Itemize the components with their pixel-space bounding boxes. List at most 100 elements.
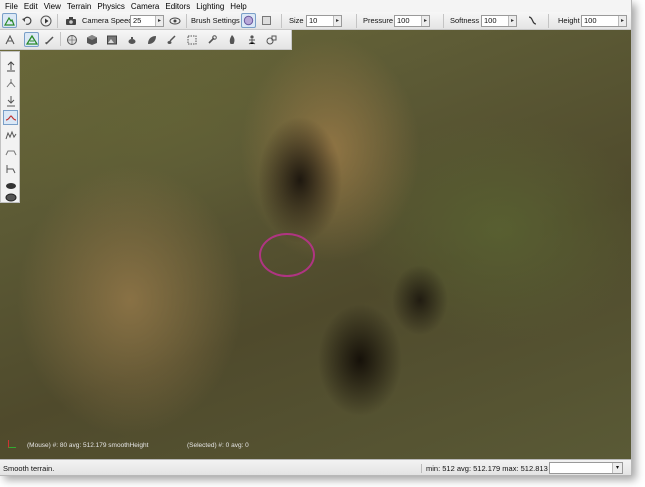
wrench-icon	[207, 34, 217, 44]
camera-speed-label: Camera Speed	[82, 16, 133, 25]
status-bar: Smooth terrain. min: 512 avg: 512.179 ma…	[0, 459, 631, 475]
chevron-right-icon[interactable]: ▸	[618, 16, 626, 26]
image-icon	[106, 35, 117, 44]
smooth-tool[interactable]	[3, 110, 18, 125]
terrain-editor-button[interactable]	[2, 13, 17, 28]
selection-icon	[187, 35, 196, 44]
flatten-icon	[5, 150, 16, 155]
brush-settings-label: Brush Settings	[191, 16, 240, 25]
terrain-tool-button[interactable]	[2, 32, 17, 47]
brush-circle-button[interactable]	[241, 13, 256, 28]
camera-button[interactable]	[63, 13, 78, 28]
lower-up-tool[interactable]	[3, 76, 18, 91]
play-icon	[40, 15, 51, 26]
lower-tool[interactable]	[3, 93, 18, 108]
camera-speed-field[interactable]: 25 ▸	[130, 15, 164, 27]
status-message: Smooth terrain.	[3, 464, 55, 473]
fill-tool[interactable]	[3, 192, 18, 202]
effects-button[interactable]	[224, 32, 239, 47]
peaks-icon	[5, 130, 16, 139]
teapot-icon	[128, 36, 135, 44]
flatten-tool[interactable]	[3, 144, 18, 159]
set-height-icon	[6, 164, 15, 173]
menubar: File Edit View Terrain Physics Camera Ed…	[0, 0, 631, 12]
brush-tool-button[interactable]	[164, 32, 179, 47]
status-dropdown[interactable]: ▾	[549, 462, 623, 474]
pencil-icon	[44, 35, 54, 45]
axis-gizmo	[8, 440, 16, 448]
menu-camera[interactable]: Camera	[129, 2, 163, 11]
texture-button[interactable]	[104, 32, 119, 47]
chevron-right-icon[interactable]: ▸	[333, 16, 341, 26]
mountain-icon	[25, 34, 38, 45]
terrain-viewport[interactable]: (Mouse) #: 80 avg: 512.179 smoothHeight …	[0, 30, 631, 460]
play-button[interactable]	[38, 13, 53, 28]
cube-icon	[86, 34, 97, 45]
figure-icon	[248, 34, 255, 44]
mesh-button[interactable]	[124, 32, 139, 47]
shapes-icon	[266, 35, 276, 44]
paint-button[interactable]	[42, 32, 57, 47]
brush-square-button[interactable]	[259, 13, 274, 28]
flame-icon	[229, 34, 234, 44]
tools-button[interactable]	[204, 32, 219, 47]
height-field[interactable]: 100 ▸	[581, 15, 627, 27]
size-label: Size	[289, 16, 304, 25]
chevron-right-icon[interactable]: ▸	[508, 16, 516, 26]
eye-icon	[169, 17, 180, 24]
menu-terrain[interactable]: Terrain	[65, 2, 95, 11]
arrow-up-icon	[6, 78, 15, 87]
view-eye-button[interactable]	[167, 13, 182, 28]
object-button[interactable]	[84, 32, 99, 47]
camera-icon	[65, 16, 76, 25]
pressure-field[interactable]: 100 ▸	[394, 15, 430, 27]
terrain-icon	[4, 16, 15, 26]
menu-editors[interactable]: Editors	[163, 2, 194, 11]
terrain-tools-strip	[0, 51, 20, 203]
circle-brush-icon	[243, 15, 254, 26]
leaf-icon	[147, 35, 156, 44]
smooth-icon	[5, 114, 16, 121]
selected-readout: (Selected) #: 0 avg: 0	[187, 442, 249, 449]
menu-view[interactable]: View	[42, 2, 65, 11]
mouse-readout: (Mouse) #: 80 avg: 512.179 smoothHeight	[27, 442, 149, 449]
softness-field[interactable]: 100 ▸	[481, 15, 517, 27]
menu-file[interactable]: File	[3, 2, 22, 11]
arrow-down-icon	[6, 95, 15, 106]
main-toolbar: Camera Speed 25 ▸ Brush Settings Size 10…	[0, 12, 631, 30]
character-button[interactable]	[244, 32, 259, 47]
menu-lighting[interactable]: Lighting	[194, 2, 228, 11]
raise-icon	[6, 60, 15, 71]
chevron-right-icon[interactable]: ▸	[155, 16, 163, 26]
disc-icon	[5, 193, 16, 201]
square-brush-icon	[262, 16, 271, 25]
brush-circle	[259, 233, 315, 277]
curve-icon	[528, 16, 537, 25]
softness-curve-button[interactable]	[525, 13, 540, 28]
hole-icon	[5, 182, 16, 189]
hole-tool[interactable]	[3, 178, 18, 193]
menu-physics[interactable]: Physics	[95, 2, 129, 11]
raise-tool[interactable]	[3, 58, 18, 73]
gizmo-icon	[5, 34, 14, 44]
editor-window: File Edit View Terrain Physics Camera Ed…	[0, 0, 632, 476]
set-height-tool[interactable]	[3, 161, 18, 176]
pressure-label: Pressure	[363, 16, 394, 25]
chevron-down-icon[interactable]: ▾	[612, 463, 622, 473]
softness-label: Softness	[450, 16, 480, 25]
menu-help[interactable]: Help	[228, 2, 250, 11]
selection-button[interactable]	[184, 32, 199, 47]
physics-button[interactable]	[264, 32, 279, 47]
undo-button[interactable]	[19, 13, 34, 28]
height-label: Height	[558, 16, 580, 25]
foliage-button[interactable]	[144, 32, 159, 47]
size-field[interactable]: 10 ▸	[306, 15, 342, 27]
height-stats: min: 512 avg: 512.179 max: 512.813	[421, 464, 548, 473]
globe-button[interactable]	[64, 32, 79, 47]
chevron-right-icon[interactable]: ▸	[421, 16, 429, 26]
brush-icon	[167, 34, 176, 44]
terrain-sculpt-button[interactable]	[24, 32, 39, 47]
editor-toolbar	[0, 30, 292, 50]
noise-tool[interactable]	[3, 127, 18, 142]
menu-edit[interactable]: Edit	[22, 2, 42, 11]
